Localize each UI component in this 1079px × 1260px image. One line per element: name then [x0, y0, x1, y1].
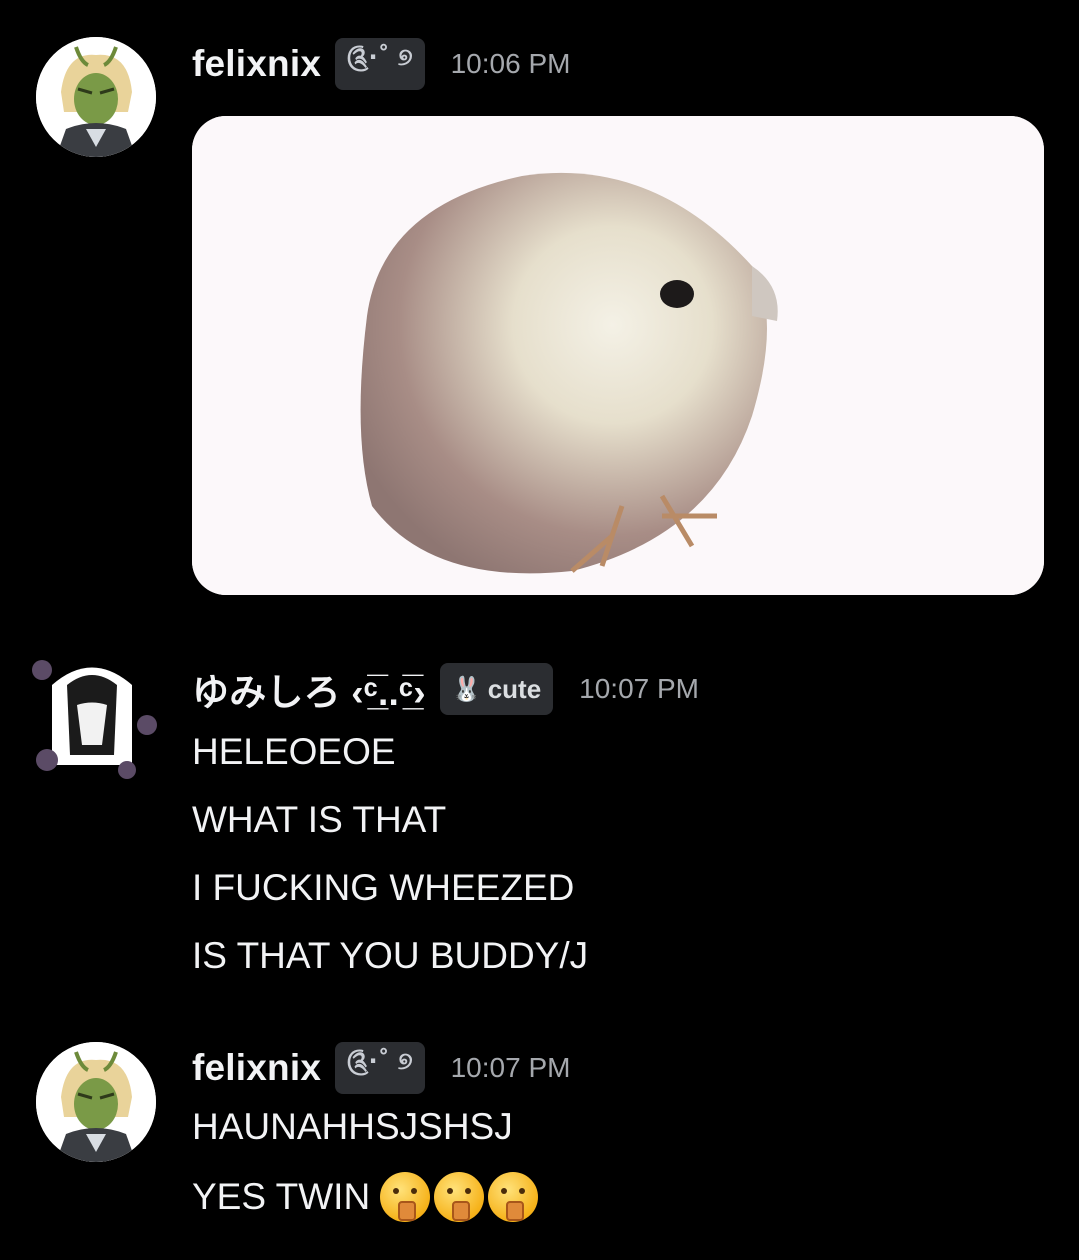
avatar-image — [36, 37, 156, 157]
message-text: IS THAT YOU BUDDY/J — [192, 935, 589, 976]
shushing-face-icon — [434, 1172, 485, 1222]
shushing-face-icon — [380, 1172, 431, 1222]
server-tag[interactable]: 🐰 cute — [439, 663, 554, 715]
username[interactable]: ゆみしろ ‹ᶜ̲̅..ᶜ̲̅› — [192, 662, 426, 716]
user-avatar[interactable] — [36, 37, 156, 157]
shushing-face-icon — [488, 1172, 539, 1222]
message-text: HAUNAHHSJSHSJ — [192, 1106, 513, 1147]
server-tag[interactable]: ༊·˚ ୭ — [335, 38, 425, 90]
user-avatar[interactable] — [36, 1042, 156, 1162]
message-header: felixnix ༊·˚ ୭ 10:06 PM — [192, 38, 570, 90]
bird-image — [192, 116, 1044, 595]
timestamp: 10:06 PM — [450, 48, 571, 79]
tag-glyph: ༊·˚ ୭ — [347, 1046, 413, 1075]
message-header: ゆみしろ ‹ᶜ̲̅..ᶜ̲̅› 🐰 cute 10:07 PM — [192, 662, 699, 716]
message-text: WHAT IS THAT — [192, 799, 447, 840]
bunny-icon: 🐰 — [451, 675, 482, 703]
user-avatar[interactable] — [22, 645, 162, 785]
tag-text: cute — [487, 673, 542, 704]
username[interactable]: felixnix — [192, 43, 321, 85]
tag-glyph: ༊·˚ ୭ — [347, 42, 413, 71]
message-text: YES TWIN — [192, 1176, 371, 1217]
image-attachment[interactable] — [192, 116, 1044, 595]
message-text: HELEOEOE — [192, 731, 396, 772]
server-tag[interactable]: ༊·˚ ୭ — [335, 1042, 425, 1094]
username[interactable]: felixnix — [192, 1047, 321, 1089]
avatar-image — [36, 1042, 156, 1162]
message-header: felixnix ༊·˚ ୭ 10:07 PM — [192, 1042, 570, 1094]
timestamp: 10:07 PM — [579, 673, 700, 704]
timestamp: 10:07 PM — [450, 1052, 571, 1083]
message-text: I FUCKING WHEEZED — [192, 867, 575, 908]
message-line-yes-twin: YES TWIN — [192, 1172, 539, 1222]
avatar-image — [22, 645, 162, 785]
